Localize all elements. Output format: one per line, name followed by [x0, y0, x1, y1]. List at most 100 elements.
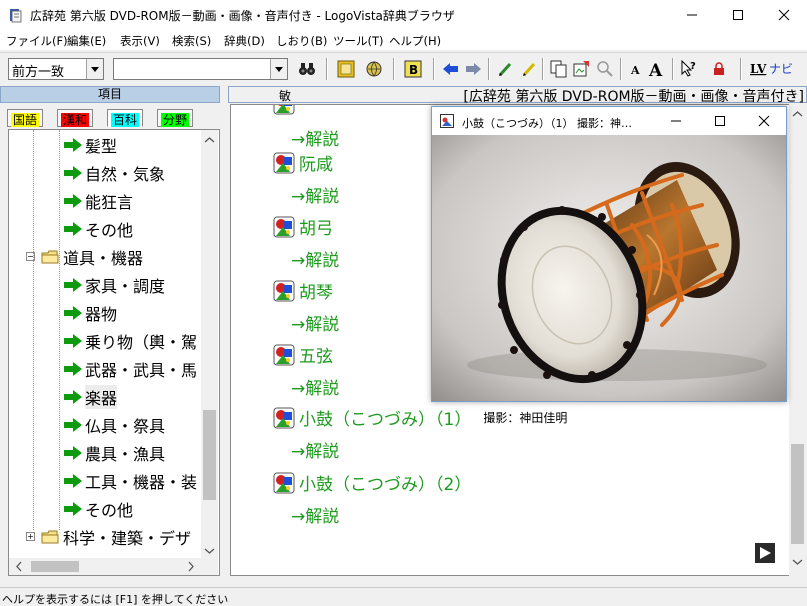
explanation-link[interactable]: →解説	[291, 437, 339, 462]
content-scroll-thumb[interactable]	[791, 444, 804, 544]
explanation-link[interactable]: →解説	[291, 374, 339, 399]
popup-title-bar[interactable]: 小鼓（こつづみ）（1） 撮影：神…	[432, 107, 786, 135]
explanation-link[interactable]: →解説	[291, 246, 339, 271]
tree-folder[interactable]: − 道具・機器	[26, 244, 143, 270]
tab-hyakka[interactable]: 百科	[107, 109, 144, 127]
chevron-down-icon[interactable]	[86, 59, 103, 79]
tree-scroll-thumb[interactable]	[203, 410, 216, 500]
font-larger-button[interactable]: A	[646, 59, 668, 79]
explanation-link[interactable]: →解説	[291, 182, 339, 207]
maximize-button[interactable]	[715, 0, 761, 30]
media-picture-icon	[273, 472, 295, 493]
close-button[interactable]	[761, 0, 807, 30]
tree-leaf[interactable]: 仏具・祭具	[63, 412, 165, 438]
tree-item-label: 工具・機器・装	[85, 473, 198, 492]
search-input[interactable]	[113, 58, 288, 80]
dictionary-button[interactable]	[335, 59, 357, 79]
forward-button[interactable]	[462, 59, 484, 79]
result-entry-title[interactable]: 胡弓	[273, 214, 333, 239]
image-popup-window[interactable]: 小鼓（こつづみ）（1） 撮影：神…	[431, 106, 787, 402]
copy-button[interactable]	[548, 59, 570, 79]
minimize-button[interactable]	[669, 0, 715, 30]
result-entry-title[interactable]: 小鼓（こつづみ）（2）	[273, 470, 471, 495]
menu-tools[interactable]: ツール(T)	[333, 33, 384, 49]
scroll-up-icon[interactable]	[789, 106, 806, 122]
copy-icon	[550, 60, 567, 78]
menu-file[interactable]: ファイル(F)	[6, 33, 68, 49]
popup-close-button[interactable]	[742, 107, 786, 135]
tree-leaf[interactable]: 農具・漁具	[63, 440, 165, 466]
highlighter-icon	[522, 62, 536, 77]
tree-item-label: 自然・気象	[85, 165, 166, 184]
expand-icon[interactable]: +	[26, 532, 35, 541]
image-button[interactable]	[571, 59, 593, 79]
tab-hyakka-label: 百科	[111, 113, 140, 127]
marker-button[interactable]	[494, 59, 516, 79]
lv-navi-button[interactable]: LV ナビ	[748, 59, 796, 79]
tree-folder[interactable]: + 科学・建築・デザ	[26, 524, 191, 550]
result-entry-title[interactable]: 五弦	[273, 342, 333, 367]
result-entry-label: 五弦	[299, 347, 333, 367]
explanation-link[interactable]: →解説	[291, 310, 339, 335]
category-tree: 髪型自然・気象能狂言その他 − 道具・機器 家具・調度 器物 乗り物（輿・駕 武器・武具・馬…	[8, 129, 220, 576]
pen-icon	[498, 62, 512, 77]
tree-hscroll-thumb[interactable]	[31, 561, 79, 572]
zoom-button[interactable]	[594, 59, 616, 79]
svg-text:ナビ: ナビ	[769, 62, 793, 76]
dictionary-icon	[337, 60, 355, 78]
scroll-right-icon[interactable]	[183, 558, 199, 575]
tree-leaf[interactable]: 自然・気象	[63, 160, 165, 186]
explanation-link[interactable]: →解説	[291, 125, 339, 150]
context-help-button[interactable]: ?	[678, 59, 700, 79]
result-entry-title[interactable]: 阮咸	[273, 150, 333, 175]
tab-kokugo[interactable]: 国語	[7, 109, 44, 127]
toolbar-separator	[326, 58, 328, 80]
explanation-link[interactable]: →解説	[291, 502, 339, 527]
maximize-icon	[733, 10, 743, 20]
tree-item-label: その他	[85, 221, 134, 240]
tab-bunya[interactable]: 分野	[157, 109, 194, 127]
tree-leaf[interactable]: その他	[63, 496, 133, 522]
chevron-down-icon[interactable]	[270, 59, 287, 79]
scroll-down-icon[interactable]	[201, 543, 218, 559]
content-vertical-scrollbar[interactable]	[789, 104, 806, 576]
menu-edit[interactable]: 編集(E)	[67, 33, 106, 49]
tree-leaf[interactable]: 器物	[63, 300, 117, 326]
tree-leaf[interactable]: 家具・調度	[63, 272, 165, 298]
menu-dictionary[interactable]: 辞典(D)	[224, 33, 265, 49]
tree-horizontal-scrollbar[interactable]	[9, 558, 201, 575]
highlight-button[interactable]	[518, 59, 540, 79]
scroll-down-icon[interactable]	[789, 554, 806, 570]
search-mode-select[interactable]: 前方一致	[8, 58, 104, 80]
bookmark-button[interactable]: B	[402, 59, 424, 79]
tree-leaf[interactable]: 乗り物（輿・駕	[63, 328, 197, 354]
popup-minimize-button[interactable]	[654, 107, 698, 135]
green-arrow-icon	[64, 390, 82, 404]
tree-leaf[interactable]: 髪型	[63, 132, 117, 158]
menu-view[interactable]: 表示(V)	[120, 33, 160, 49]
back-button[interactable]	[440, 59, 462, 79]
lock-button[interactable]	[708, 59, 730, 79]
green-arrow-icon	[64, 474, 82, 488]
tree-leaf[interactable]: 武器・武具・馬	[63, 356, 197, 382]
tree-vertical-scrollbar[interactable]	[201, 130, 218, 575]
result-entry-title[interactable]: 胡琴	[273, 278, 333, 303]
globe-button[interactable]	[363, 59, 385, 79]
tree-leaf[interactable]: その他	[63, 216, 133, 242]
result-entry-title[interactable]	[273, 105, 299, 115]
menu-bookmark[interactable]: しおり(B)	[276, 33, 327, 49]
tree-leaf[interactable]: 工具・機器・装	[63, 468, 197, 494]
menu-help[interactable]: ヘルプ(H)	[389, 33, 441, 49]
tree-leaf[interactable]: 能狂言	[63, 188, 133, 214]
title-bar: 広辞苑 第六版 DVD-ROM版－動画・画像・音声付き - LogoVista辞…	[0, 0, 807, 30]
next-page-button[interactable]	[755, 543, 775, 563]
search-button[interactable]	[296, 59, 318, 79]
menu-search[interactable]: 検索(S)	[172, 33, 211, 49]
result-entry-title[interactable]: 小鼓（こつづみ）（1） 撮影：神田佳明	[273, 405, 567, 430]
tree-leaf[interactable]: 楽器	[63, 384, 118, 410]
tab-kanwa[interactable]: 漢和	[57, 109, 94, 127]
popup-maximize-button[interactable]	[698, 107, 742, 135]
scroll-up-icon[interactable]	[201, 132, 218, 148]
scroll-left-icon[interactable]	[11, 558, 27, 575]
font-smaller-button[interactable]: A	[625, 59, 647, 79]
